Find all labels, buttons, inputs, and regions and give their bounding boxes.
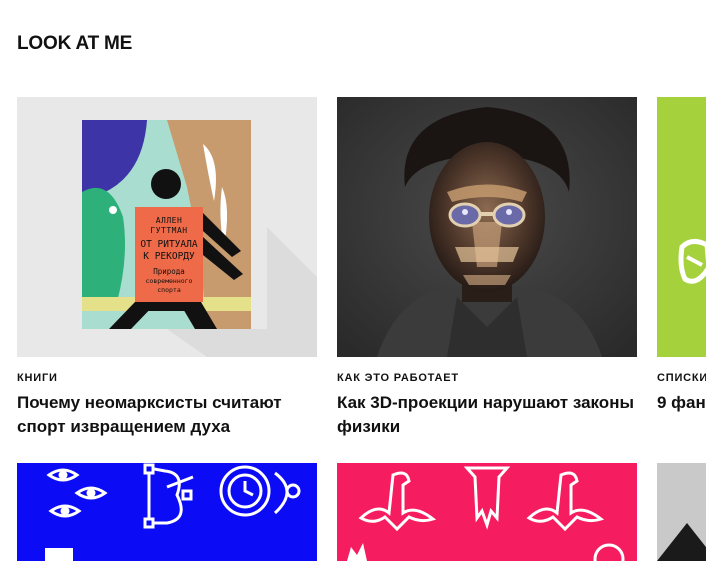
article-thumbnail-gray[interactable] xyxy=(657,463,706,561)
projection-face-image xyxy=(337,97,637,357)
page: LOOK AT ME АЛЛЕН ГУТТМАН ОТ РИТУАЛА К РЕ… xyxy=(0,0,706,561)
gray-image xyxy=(657,463,706,561)
article-rubric[interactable]: КАК ЭТО РАБОТАЕТ xyxy=(337,372,637,384)
article-title[interactable]: 9 фан весны xyxy=(657,391,706,415)
article-card-how-it-works[interactable]: КАК ЭТО РАБОТАЕТ Как 3D-проекции нарушаю… xyxy=(337,97,637,439)
article-thumbnail-book-cover[interactable]: АЛЛЕН ГУТТМАН ОТ РИТУАЛА К РЕКОРДУ Приро… xyxy=(17,97,317,357)
article-rubric[interactable]: КНИГИ xyxy=(17,372,317,384)
cover-subtitle-line-2: современного xyxy=(146,277,193,285)
article-thumbnail-projection-face[interactable] xyxy=(337,97,637,357)
cover-title-line-1: ОТ РИТУАЛА xyxy=(140,239,197,250)
article-thumbnail-blue-icons[interactable] xyxy=(17,463,317,561)
cover-subtitle-line-1: Природа xyxy=(153,267,185,276)
cover-author-line-1: АЛЛЕН xyxy=(156,216,183,225)
article-rubric[interactable]: СПИСКИ xyxy=(657,372,706,384)
cover-title-line-2: К РЕКОРДУ xyxy=(143,251,195,262)
lists-green-image xyxy=(657,97,706,357)
article-thumbnail-lists[interactable] xyxy=(657,97,706,357)
article-title[interactable]: Как 3D-проекции нарушают законы физики xyxy=(337,391,637,439)
cover-author-line-2: ГУТТМАН xyxy=(150,226,187,235)
article-card-books[interactable]: АЛЛЕН ГУТТМАН ОТ РИТУАЛА К РЕКОРДУ Приро… xyxy=(17,97,317,439)
article-card-lists[interactable]: СПИСКИ 9 фан весны xyxy=(657,97,706,415)
cover-subtitle-line-3: спорта xyxy=(157,286,181,294)
pink-icons-image xyxy=(337,463,637,561)
book-cover-image: АЛЛЕН ГУТТМАН ОТ РИТУАЛА К РЕКОРДУ Приро… xyxy=(17,97,317,357)
article-title[interactable]: Почему неомарксисты считают спорт извращ… xyxy=(17,391,317,439)
blue-icons-image xyxy=(17,463,317,561)
article-thumbnail-pink-icons[interactable] xyxy=(337,463,637,561)
site-logo[interactable]: LOOK AT ME xyxy=(17,34,132,54)
